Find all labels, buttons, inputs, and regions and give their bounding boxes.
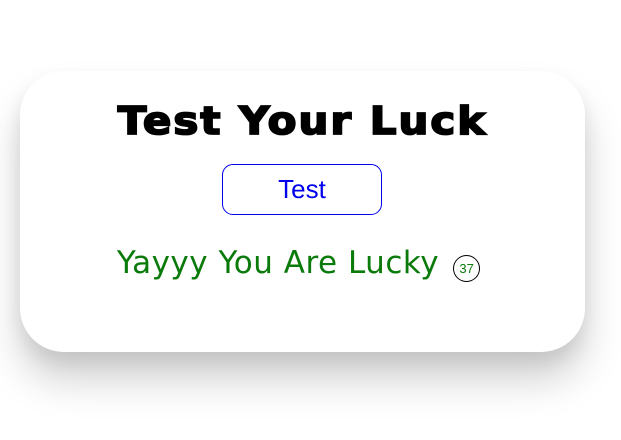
test-button[interactable]: Test [222, 164, 382, 215]
result-message: Yayyy You Are Lucky [116, 245, 440, 281]
result-row: Yayyy You Are Lucky 37 [20, 239, 585, 287]
page-title: Test Your Luck [117, 98, 488, 144]
page: Test Your Luck Test Yayyy You Are Lucky … [0, 0, 621, 440]
number-badge: 37 [453, 254, 481, 282]
luck-card: Test Your Luck Test Yayyy You Are Lucky … [20, 71, 585, 352]
